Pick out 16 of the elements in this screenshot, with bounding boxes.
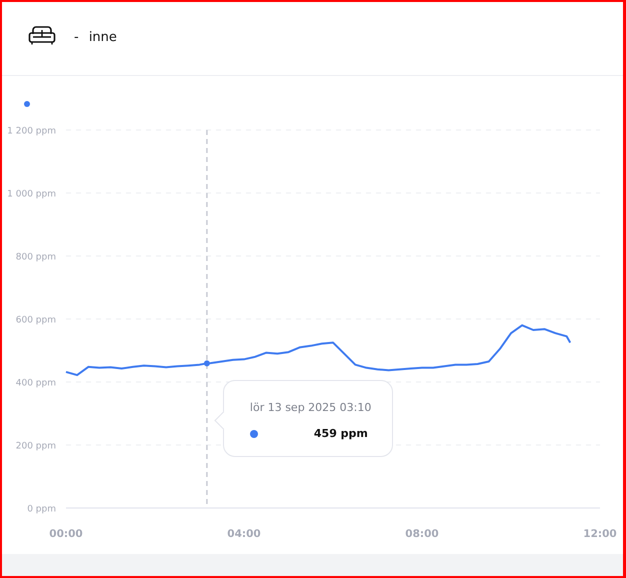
series-dot <box>250 430 258 438</box>
x-axis-label: 04:00 <box>227 528 261 540</box>
sensor-title: - inne <box>74 30 117 45</box>
sofa-icon <box>28 26 56 46</box>
y-axis-label: 800 ppm <box>16 252 56 262</box>
x-axis-label: 08:00 <box>405 528 439 540</box>
y-axis-label: 400 ppm <box>16 378 56 388</box>
y-axis-label: 600 ppm <box>16 316 56 326</box>
y-axis-label: 200 ppm <box>16 442 56 452</box>
x-axis-label: 00:00 <box>49 528 83 540</box>
y-axis-label: 0 ppm <box>27 504 56 514</box>
y-axis-label: 1 200 ppm <box>7 126 56 136</box>
y-axis-label: 1 000 ppm <box>7 190 56 200</box>
hover-point <box>204 360 210 366</box>
tooltip-value: 459 ppm <box>314 427 368 440</box>
x-axis-label: 12:00 <box>583 528 617 540</box>
